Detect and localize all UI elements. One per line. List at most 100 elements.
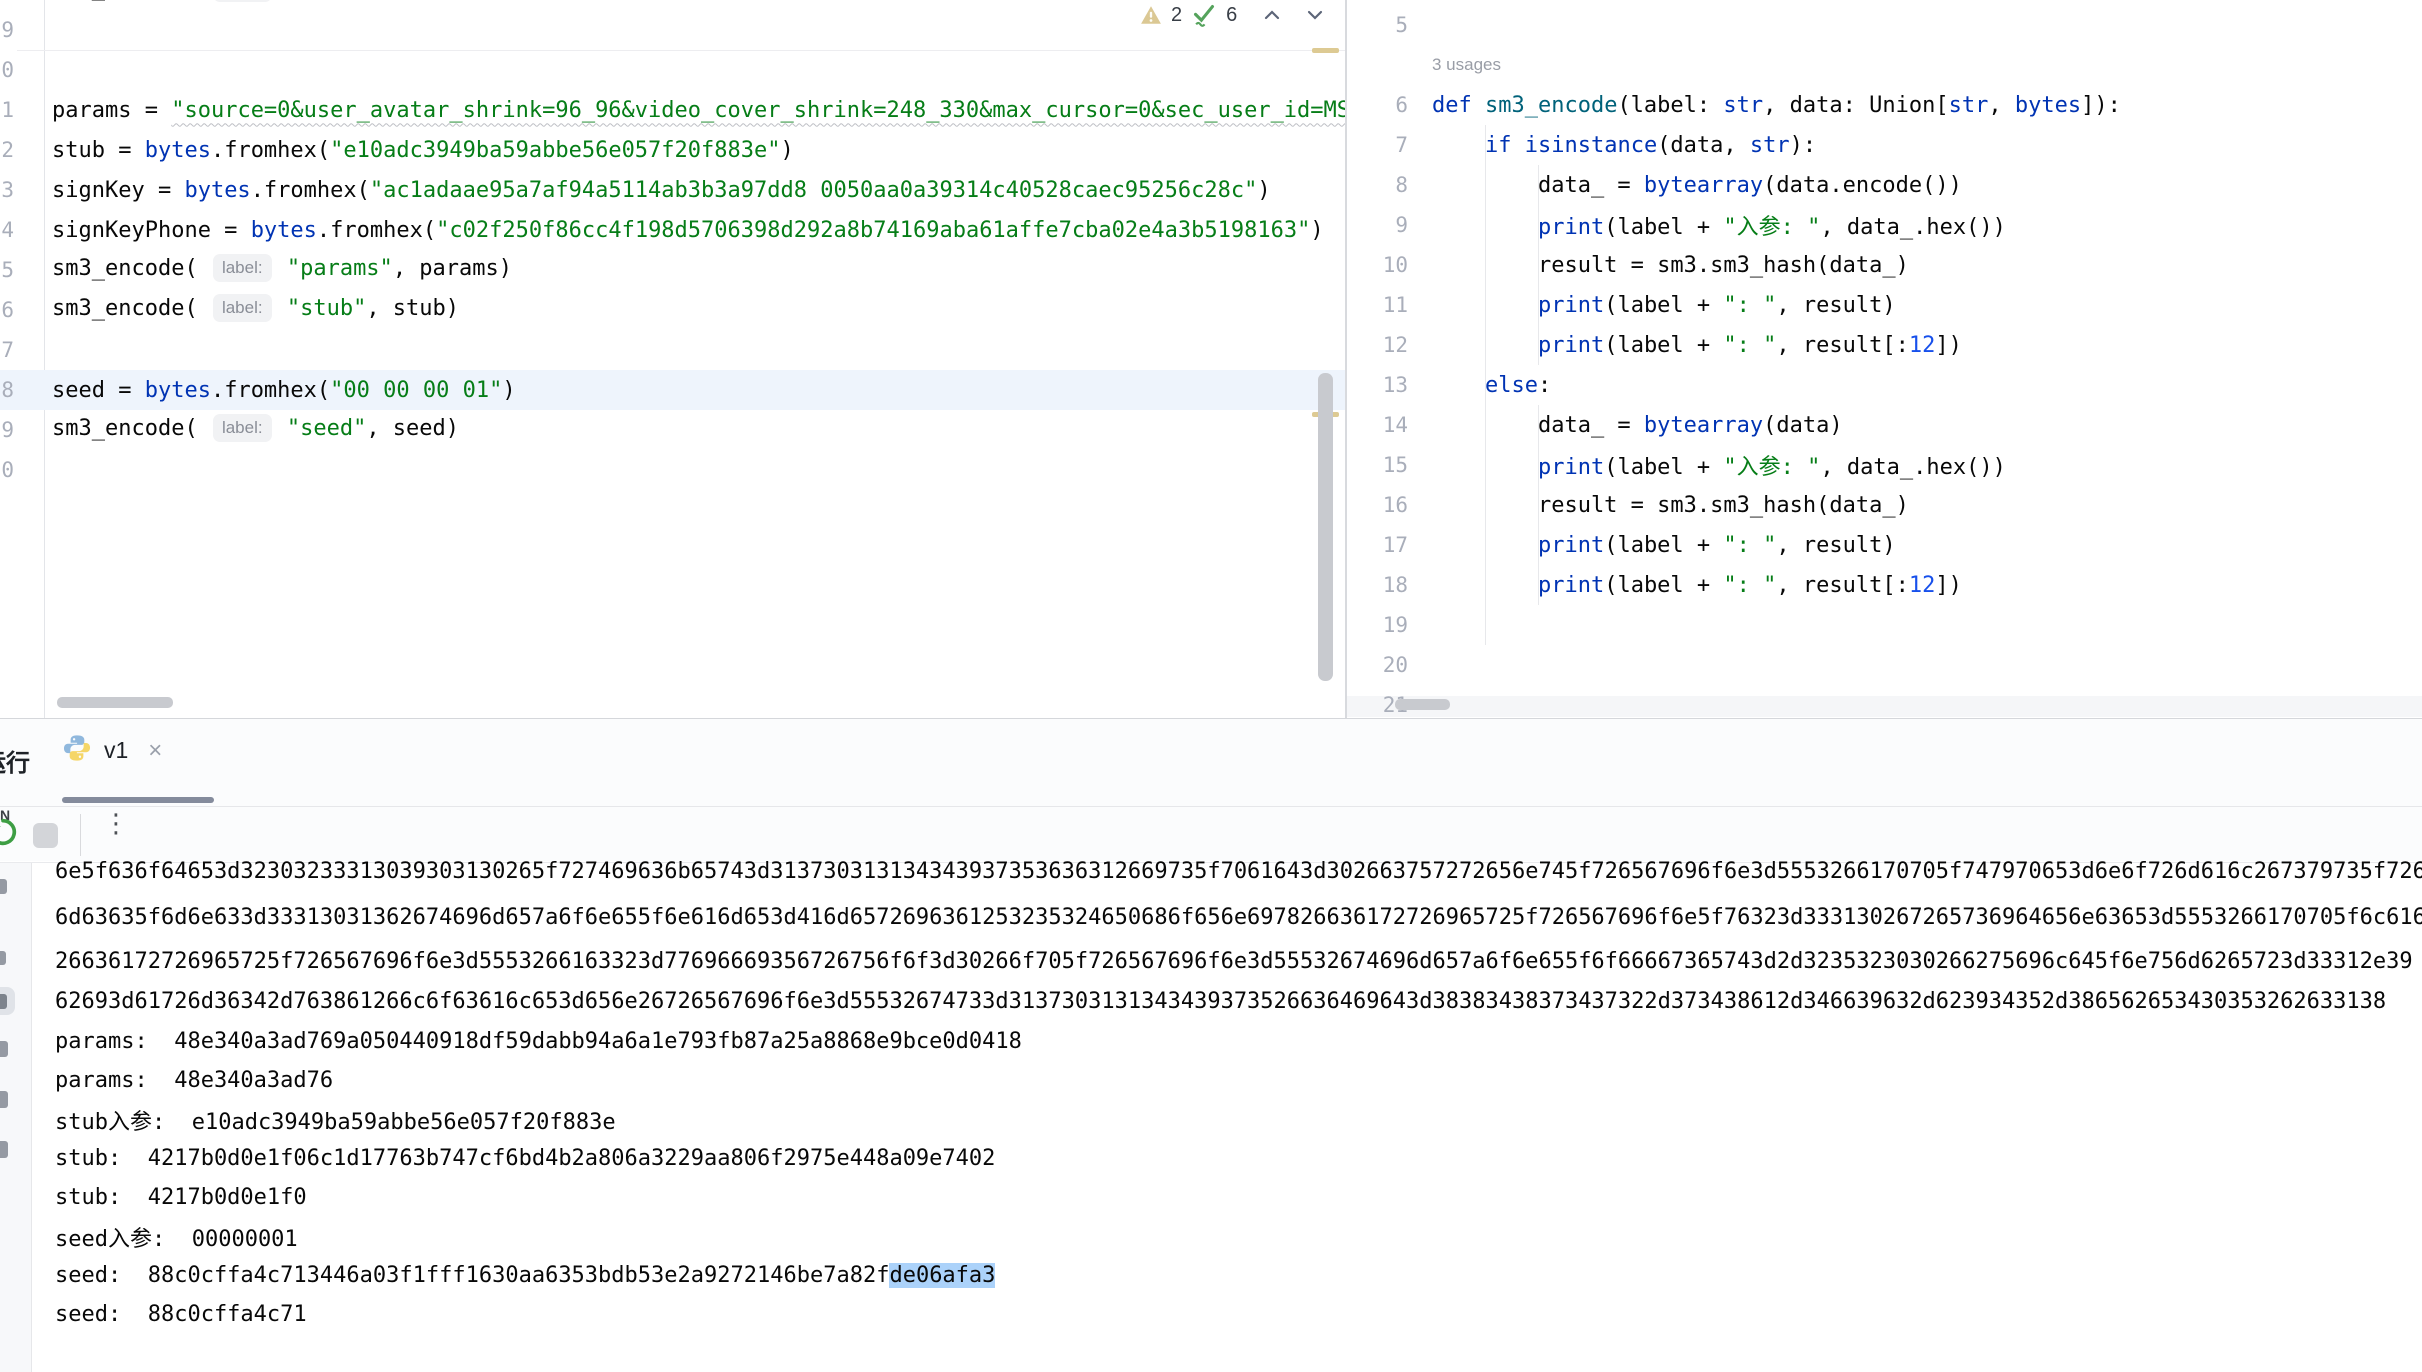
toolbar-icon-fragment[interactable] xyxy=(0,994,7,1009)
toolbar-icon-fragment[interactable] xyxy=(0,879,7,894)
code-token: (label + xyxy=(1604,215,1723,240)
line-number: 22 xyxy=(0,130,14,170)
rerun-icon[interactable] xyxy=(0,815,20,854)
line-number: 19 xyxy=(0,10,14,50)
code-token: print xyxy=(1538,573,1604,598)
line-number: 28 xyxy=(0,370,14,410)
code-line[interactable]: 11 print(label + ": ", result) xyxy=(1347,285,2422,325)
code-line[interactable]: 6def sm3_encode(label: str, data: Union[… xyxy=(1347,85,2422,125)
warning-count[interactable]: 2 xyxy=(1171,4,1182,27)
run-console[interactable]: 6e5f636f64653d32303233313039303130265f72… xyxy=(0,862,2422,1372)
code-line[interactable]: 20 xyxy=(1347,645,2422,685)
horizontal-scrollbar-thumb[interactable] xyxy=(1395,699,1450,710)
console-line[interactable]: 6e5f636f64653d32303233313039303130265f72… xyxy=(55,852,2422,891)
console-line[interactable]: 6d63635f6d6e633d33313031362674696d657a6f… xyxy=(55,898,2422,937)
code-token: seed: 88c0cffa4c71 xyxy=(55,1302,307,1327)
inspections-widget[interactable]: 2 6 xyxy=(1140,2,1327,28)
code-line[interactable]: 29sm3_encode( label: "seed", seed) xyxy=(0,410,1345,450)
code-line[interactable]: 22stub = bytes.fromhex("e10adc3949ba59ab… xyxy=(0,130,1345,170)
close-tab-icon[interactable]: × xyxy=(148,737,162,765)
code-line[interactable]: 23signKey = bytes.fromhex("ac1adaae95a7a… xyxy=(0,170,1345,210)
code-line[interactable]: 16 result = sm3.sm3_hash(data_) xyxy=(1347,485,2422,525)
code-token: , signKey) xyxy=(406,0,538,1)
editor-pane-left[interactable]: 2 6 18sm3_encode( label: "signKey", sign… xyxy=(0,0,1345,718)
line-number: 12 xyxy=(1347,325,1408,365)
code-line[interactable]: 17 print(label + ": ", result) xyxy=(1347,525,2422,565)
code-line[interactable]: 5 xyxy=(1347,5,2422,45)
code-line[interactable]: 19 xyxy=(1347,605,2422,645)
code-line[interactable]: 12 print(label + ": ", result[:12]) xyxy=(1347,325,2422,365)
code-token: sm3_encode( xyxy=(52,296,211,321)
code-token: str xyxy=(1723,93,1763,118)
code-token: (data.encode()) xyxy=(1763,173,1962,198)
horizontal-scrollbar-thumb[interactable] xyxy=(57,697,173,708)
code-line[interactable]: 9 print(label + "入参: ", data_.hex()) xyxy=(1347,205,2422,245)
console-line[interactable]: 62693d61726d36342d763861266c6f63616c653d… xyxy=(55,982,2386,1021)
console-line[interactable]: params: 48e340a3ad769a050440918df59dabb9… xyxy=(55,1022,1022,1061)
console-line[interactable]: stub入参: e10adc3949ba59abbe56e057f20f883e xyxy=(55,1100,616,1139)
code-token xyxy=(1432,455,1538,480)
code-line[interactable]: 24signKeyPhone = bytes.fromhex("c02f250f… xyxy=(0,210,1345,250)
editor-pane-right[interactable]: 53 usages6def sm3_encode(label: str, dat… xyxy=(1347,0,2422,718)
console-line[interactable]: 26636172726965725f726567696f6e3d55532661… xyxy=(55,942,2413,981)
typo-count[interactable]: 6 xyxy=(1226,4,1237,27)
warning-stripe-mark[interactable] xyxy=(1312,48,1339,53)
code-line[interactable]: 15 print(label + "入参: ", data_.hex()) xyxy=(1347,445,2422,485)
code-line[interactable]: 28seed = bytes.fromhex("00 00 00 01") xyxy=(0,370,1345,410)
code-line[interactable]: 7 if isinstance(data, str): xyxy=(1347,125,2422,165)
console-line[interactable]: stub: 4217b0d0e1f0 xyxy=(55,1178,307,1217)
toolbar-icon-fragment[interactable] xyxy=(0,951,6,965)
code-line[interactable]: 13 else: xyxy=(1347,365,2422,405)
code-line[interactable]: 21params = "source=0&user_avatar_shrink=… xyxy=(0,90,1345,130)
code-line[interactable]: 20 xyxy=(0,50,1345,90)
code-text: print(label + ": ", result[:12]) xyxy=(1432,573,1962,598)
code-text: result = sm3.sm3_hash(data_) xyxy=(1432,253,1909,278)
code-line[interactable]: 26sm3_encode( label: "stub", stub) xyxy=(0,290,1345,330)
code-line[interactable]: 8 data_ = bytearray(data.encode()) xyxy=(1347,165,2422,205)
run-tab-bar: 运行 v1 × N ⋮ xyxy=(0,719,2422,861)
prev-problem-icon[interactable] xyxy=(1260,3,1284,27)
code-token: 12 xyxy=(1909,573,1936,598)
code-token: , seed) xyxy=(366,416,459,441)
code-token: , result[: xyxy=(1776,573,1908,598)
clear-console-icon[interactable] xyxy=(0,1141,8,1158)
console-line[interactable]: seed: 88c0cffa4c71 xyxy=(55,1295,307,1334)
code-line[interactable]: 10 result = sm3.sm3_hash(data_) xyxy=(1347,245,2422,285)
code-line[interactable]: 27 xyxy=(0,330,1345,370)
next-problem-icon[interactable] xyxy=(1303,3,1327,27)
tab-v1[interactable]: v1 × xyxy=(62,733,162,768)
code-token: (data, xyxy=(1657,133,1750,158)
line-number: 20 xyxy=(0,50,14,90)
tool-window-title: 运行 xyxy=(0,743,30,778)
console-line[interactable]: seed: 88c0cffa4c713446a03f1fff1630aa6353… xyxy=(55,1256,995,1295)
code-line[interactable]: 14 data_ = bytearray(data) xyxy=(1347,405,2422,445)
code-token: "seed" xyxy=(274,416,367,441)
code-token: "e10adc3949ba59abbe56e057f20f883e" xyxy=(330,138,780,163)
code-token: ": " xyxy=(1723,293,1776,318)
code-text: print(label + ": ", result) xyxy=(1432,533,1896,558)
inlay-hint: label: xyxy=(213,414,272,442)
code-line[interactable]: 25sm3_encode( label: "params", params) xyxy=(0,250,1345,290)
code-token: seed = xyxy=(52,378,145,403)
code-token: if xyxy=(1485,133,1512,158)
console-line[interactable]: seed入参: 00000001 xyxy=(55,1217,298,1256)
line-number: 9 xyxy=(1347,205,1408,245)
code-token: print xyxy=(1538,533,1604,558)
scroll-to-end-icon[interactable] xyxy=(0,1091,8,1108)
usages-annotation[interactable]: 3 usages xyxy=(1432,45,1501,85)
editor-split-divider[interactable] xyxy=(1345,0,1347,718)
console-line[interactable]: params: 48e340a3ad76 xyxy=(55,1061,333,1100)
code-token: result = sm3.sm3_hash(data_) xyxy=(1432,493,1909,518)
code-line[interactable]: 18 print(label + ": ", result[:12]) xyxy=(1347,565,2422,605)
code-token: (data) xyxy=(1763,413,1842,438)
console-line[interactable]: stub: 4217b0d0e1f06c1d17763b747cf6bd4b2a… xyxy=(55,1139,995,1178)
code-line[interactable]: 30 xyxy=(0,450,1345,490)
code-token xyxy=(1432,333,1538,358)
vertical-scrollbar-thumb[interactable] xyxy=(1318,373,1333,681)
more-options-icon[interactable]: ⋮ xyxy=(103,809,129,839)
code-token: .fromhex( xyxy=(251,178,370,203)
code-token: .fromhex( xyxy=(211,138,330,163)
soft-wrap-icon[interactable] xyxy=(0,1041,8,1057)
code-line[interactable]: 21 xyxy=(1347,685,2422,718)
stop-button[interactable] xyxy=(33,823,58,848)
